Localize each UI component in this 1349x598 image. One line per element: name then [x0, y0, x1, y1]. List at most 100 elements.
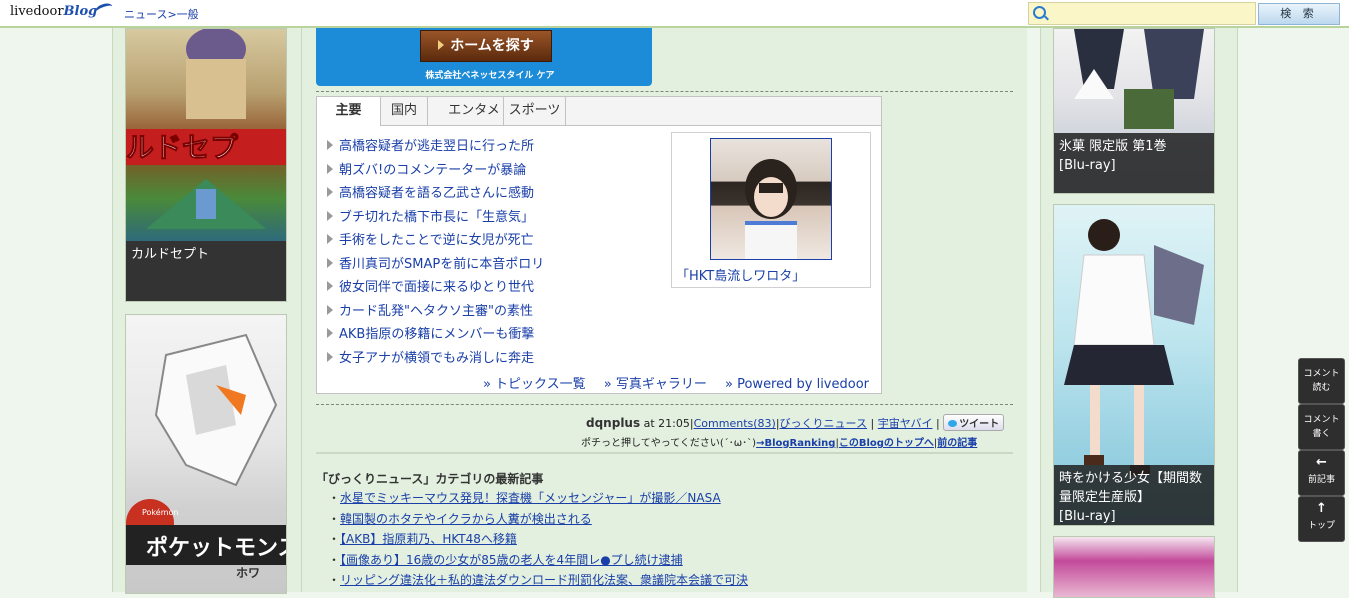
- list-item[interactable]: 高橋容疑者を語る乙武さんに感動: [327, 182, 544, 206]
- ad-product-toki-wo-kakeru-shoujo[interactable]: 時をかける少女【期間数量限定生産版】 [Blu-ray]: [1053, 204, 1215, 526]
- topic-link[interactable]: カード乱発"ヘタクソ主審"の素性: [339, 304, 533, 319]
- write-comment-label-2: 書く: [1312, 429, 1331, 439]
- top-bar: livedoorBlog ニュース>一般 検 索: [0, 0, 1349, 28]
- read-comments-label-1: コメント: [1303, 369, 1340, 379]
- back-to-top-label: トップ: [1307, 521, 1335, 531]
- tab-main[interactable]: 主要: [317, 97, 381, 126]
- culdcept-art-svg: ルドセプ: [126, 29, 286, 229]
- topic-link[interactable]: 女子アナが横領でもみ消しに奔走: [339, 351, 534, 366]
- tab-sports[interactable]: スポーツ: [504, 97, 566, 125]
- topics-list-link[interactable]: » トピックス一覧: [483, 377, 586, 392]
- topic-link[interactable]: ブチ切れた橋下市長に「生意気」: [339, 210, 534, 225]
- related-link[interactable]: リッピング違法化＋私的違法ダウンロード刑罰化法案、衆議院本会議で可決: [340, 573, 748, 587]
- list-item[interactable]: カード乱発"ヘタクソ主審"の素性: [327, 300, 544, 324]
- product-caption: 時をかける少女【期間数量限定生産版】 [Blu-ray]: [1054, 465, 1214, 525]
- news-photo[interactable]: [710, 138, 832, 260]
- tweet-button[interactable]: ツイート: [943, 414, 1005, 431]
- breadcrumb[interactable]: ニュース>一般: [124, 6, 199, 22]
- topic-link[interactable]: AKB指原の移籍にメンバーも衝撃: [339, 327, 534, 342]
- list-item[interactable]: 韓国製のホタテやイクラから人糞が検出される: [328, 510, 748, 531]
- write-comment-button[interactable]: コメント 書く: [1298, 404, 1345, 450]
- blog-top-link[interactable]: このBlogのトップへ: [839, 438, 934, 449]
- list-item[interactable]: 【AKB】指原莉乃、HKT48へ移籍: [328, 530, 748, 551]
- arrow-icon: [327, 304, 333, 315]
- twitter-bird-icon: [948, 420, 958, 427]
- related-link[interactable]: 【AKB】指原莉乃、HKT48へ移籍: [340, 532, 517, 546]
- list-item[interactable]: 朝ズバ!のコメンテーターが暴論: [327, 159, 544, 183]
- divider-solid: [316, 452, 1013, 454]
- ad-product-hyouka[interactable]: 氷菓 限定版 第1巻 [Blu-ray]: [1053, 28, 1215, 194]
- read-comments-label-2: 読む: [1312, 383, 1331, 393]
- livedoor-blog-logo[interactable]: livedoorBlog: [10, 1, 115, 19]
- banner-find-home-button[interactable]: ホームを探す: [420, 30, 552, 62]
- banner-company-name: 株式会社ベネッセスタイル ケア: [425, 71, 555, 81]
- list-item[interactable]: AKB指原の移籍にメンバーも衝撃: [327, 323, 544, 347]
- logo-blog-text: Blog: [63, 4, 98, 19]
- post-time: at 21:05: [643, 417, 690, 430]
- tab-domestic[interactable]: 国内: [381, 97, 428, 125]
- news-footer-links: » トピックス一覧 » 写真ギャラリー » Powered by livedoo…: [469, 373, 869, 392]
- list-item[interactable]: 水星でミッキーマウス発見！探査機「メッセンジャー」が撮影／NASA: [328, 489, 748, 510]
- blog-ranking-link[interactable]: →BlogRanking: [756, 438, 835, 449]
- news-photo-card[interactable]: 「HKT島流しワロタ」: [671, 132, 871, 288]
- arrow-icon: [327, 210, 333, 221]
- powered-by-link[interactable]: » Powered by livedoor: [725, 377, 869, 392]
- arrow-icon: [327, 328, 333, 338]
- arrow-icon: [327, 351, 333, 362]
- post-ranking-row: ポチっと押してやってください(´･ω･`)→BlogRanking|このBlog…: [581, 438, 978, 449]
- tab-entertainment[interactable]: エンタメ: [445, 97, 504, 125]
- arrow-icon: [327, 257, 333, 268]
- culdcept-logo-text: ルドセプ: [126, 131, 239, 164]
- arrow-icon: [327, 163, 333, 174]
- read-comments-button[interactable]: コメント 読む: [1298, 358, 1345, 404]
- comments-link[interactable]: Comments(83): [694, 417, 776, 430]
- topic-link[interactable]: 香川真司がSMAPを前に本音ポロリ: [339, 257, 544, 272]
- arrow-up-icon: ↑: [1316, 501, 1327, 516]
- ad-product-pokemon[interactable]: Pokémon ポケットモンス ホワ: [125, 314, 287, 594]
- photo-gallery-link[interactable]: » 写真ギャラリー: [604, 377, 707, 392]
- previous-post-link[interactable]: 前の記事: [937, 438, 977, 449]
- news-tabs: 主要 国内 エンタメ スポーツ: [317, 97, 881, 126]
- arrow-icon: [327, 281, 333, 291]
- back-to-top-button[interactable]: ↑ トップ: [1298, 496, 1345, 542]
- play-arrow-icon: [438, 40, 445, 50]
- ad-product-anime[interactable]: [1053, 536, 1215, 598]
- search-input[interactable]: [1051, 4, 1255, 23]
- related-link[interactable]: 水星でミッキーマウス発見！探査機「メッセンジャー」が撮影／NASA: [340, 491, 721, 505]
- category-link[interactable]: びっくりニュース: [780, 417, 867, 430]
- topic-link[interactable]: 高橋容疑者が逃走翌日に行った所: [339, 139, 534, 154]
- search-button[interactable]: 検 索: [1258, 3, 1340, 25]
- search-box: [1028, 2, 1256, 25]
- banner-button-label: ホームを探す: [450, 38, 534, 54]
- right-sidebar: 氷菓 限定版 第1巻 [Blu-ray] 時をかける少女【期間数量限定生産版】 …: [1040, 28, 1238, 598]
- ad-product-culdcept[interactable]: ルドセプ カルドセプト: [125, 28, 287, 302]
- topic-link[interactable]: 高橋容疑者を語る乙武さんに感動: [339, 186, 534, 201]
- topic-link[interactable]: 手術をしたことで逆に女児が死亡: [339, 233, 534, 248]
- previous-article-button[interactable]: ← 前記事: [1298, 450, 1345, 496]
- news-photo-caption[interactable]: 「HKT島流しワロタ」: [676, 265, 805, 284]
- list-item[interactable]: 香川真司がSMAPを前に本音ポロリ: [327, 253, 544, 277]
- related-link[interactable]: 【画像あり】16歳の少女が85歳の老人を4年間レ●プし続け逮捕: [340, 553, 683, 567]
- list-item[interactable]: 彼女同伴で面接に来るゆとり世代: [327, 276, 544, 300]
- product-image: ルドセプ: [126, 29, 286, 241]
- ranking-prompt: ポチっと押してやってください(´･ω･`): [581, 438, 757, 449]
- pokemon-logo-text: ポケットモンス: [146, 535, 286, 561]
- list-item[interactable]: 女子アナが横領でもみ消しに奔走: [327, 347, 544, 371]
- product-image: [1054, 537, 1214, 597]
- news-widget: 主要 国内 エンタメ スポーツ 高橋容疑者が逃走翌日に行った所 朝ズバ!のコメン…: [316, 96, 882, 394]
- list-item[interactable]: 【画像あり】16歳の少女が85歳の老人を4年間レ●プし続け逮捕: [328, 551, 748, 572]
- topic-link[interactable]: 彼女同伴で面接に来るゆとり世代: [339, 280, 534, 295]
- ad-banner-benesse[interactable]: ホームを探す 株式会社ベネッセスタイル ケア: [316, 28, 652, 86]
- arrow-icon: [327, 140, 333, 150]
- divider-dashed: [316, 404, 1013, 405]
- related-link[interactable]: 韓国製のホタテやイクラから人糞が検出される: [340, 512, 592, 526]
- topic-link[interactable]: 朝ズバ!のコメンテーターが暴論: [339, 163, 526, 178]
- list-item[interactable]: 手術をしたことで逆に女児が死亡: [327, 229, 544, 253]
- previous-article-label: 前記事: [1307, 475, 1335, 485]
- logo-text: livedoor: [10, 4, 64, 19]
- list-item[interactable]: リッピング違法化＋私的違法ダウンロード刑罰化法案、衆議院本会議で可決: [328, 571, 748, 592]
- tag-link[interactable]: 宇宙ヤバイ: [878, 417, 933, 430]
- pokemon-art-svg: Pokémon ポケットモンス ホワ: [126, 333, 286, 580]
- list-item[interactable]: 高橋容疑者が逃走翌日に行った所: [327, 135, 544, 159]
- list-item[interactable]: ブチ切れた橋下市長に「生意気」: [327, 206, 544, 230]
